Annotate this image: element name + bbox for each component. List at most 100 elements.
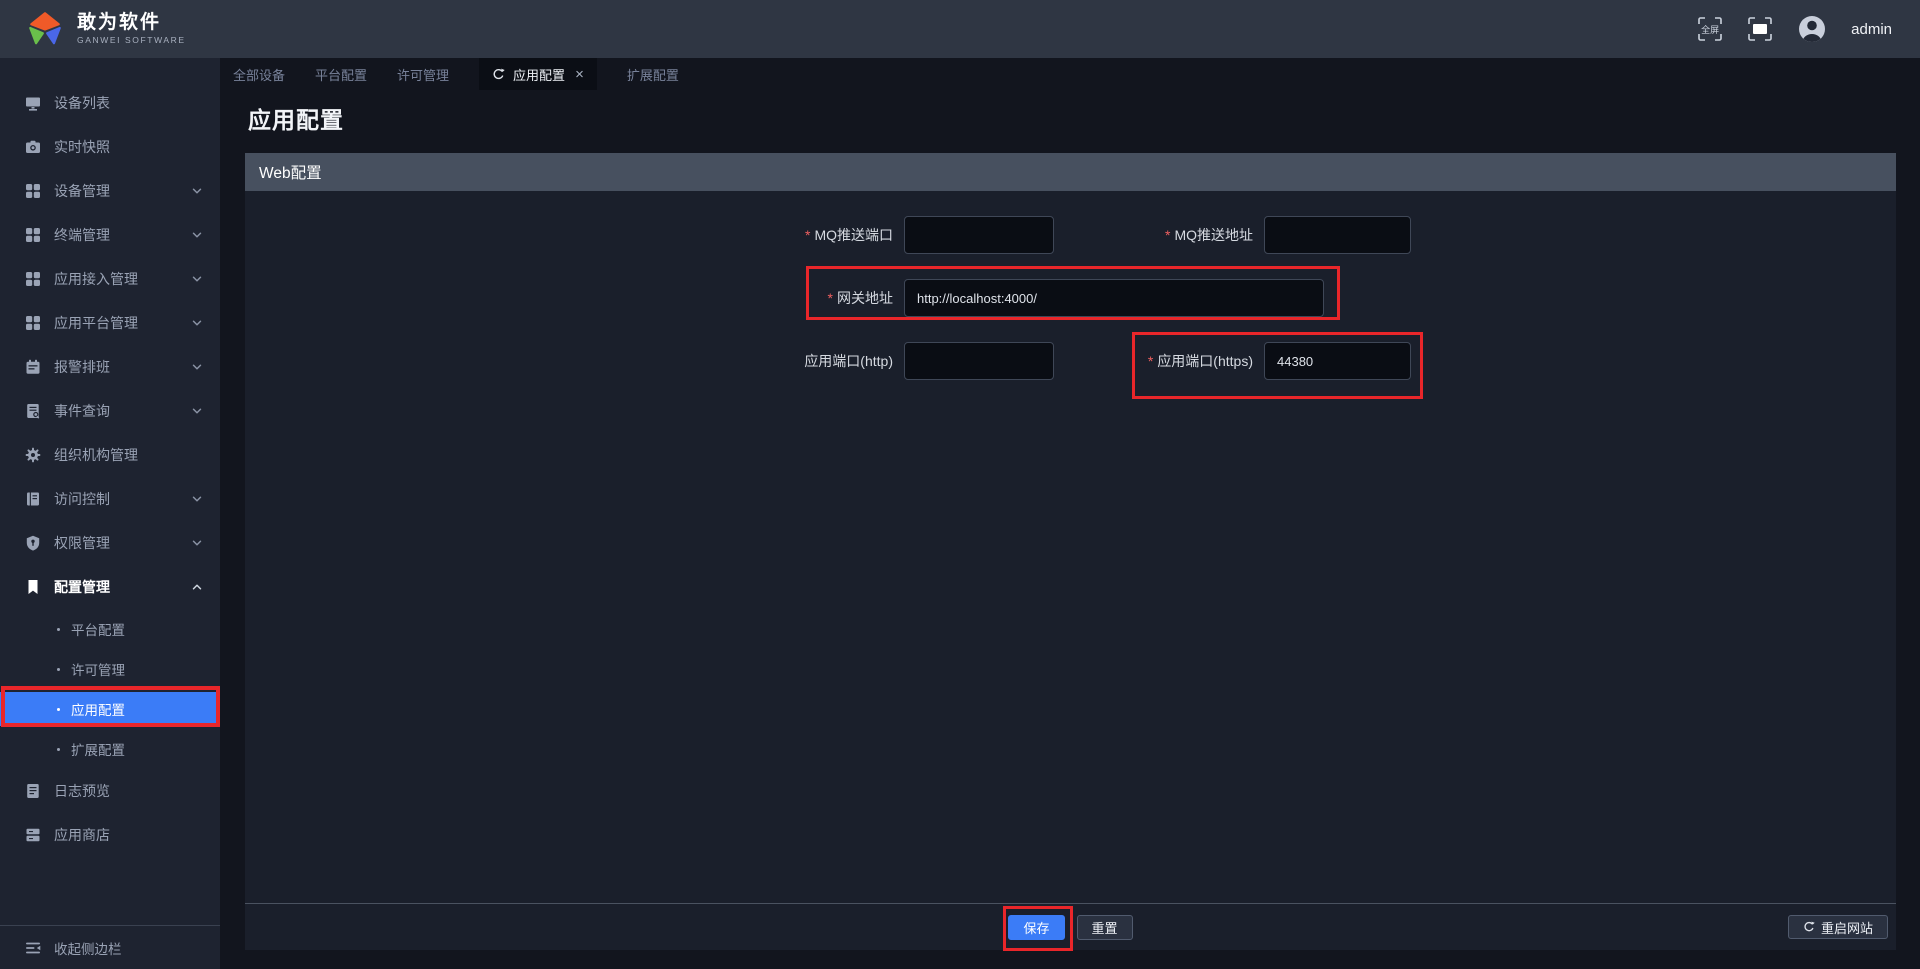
chevron-down-icon <box>190 184 204 198</box>
field-label-text: 应用端口(http) <box>804 353 893 369</box>
tab-all-devices[interactable]: 全部设备 <box>233 65 285 84</box>
field-label-text: 网关地址 <box>837 290 893 306</box>
sidebar-subitem-label: 许可管理 <box>71 663 125 678</box>
mq-push-address-input[interactable] <box>1264 216 1411 254</box>
bullet-icon <box>57 747 60 751</box>
chevron-down-icon <box>190 228 204 242</box>
brand-logo-icon <box>29 12 61 45</box>
sidebar-item-label: 报警排班 <box>54 359 110 375</box>
tab-license-mgmt[interactable]: 许可管理 <box>397 65 449 84</box>
sidebar-item-label: 权限管理 <box>54 535 110 551</box>
sidebar-item-live-snapshot[interactable]: 实时快照 <box>0 125 220 169</box>
sidebar-item-label: 事件查询 <box>54 403 110 419</box>
grid-icon <box>25 183 41 199</box>
chevron-down-icon <box>190 404 204 418</box>
username-label[interactable]: admin <box>1851 21 1892 38</box>
store-icon <box>25 827 41 843</box>
sidebar-item-access-control[interactable]: 访问控制 <box>0 477 220 521</box>
gateway-address-input[interactable] <box>904 279 1324 317</box>
sidebar-item-alarm-schedule[interactable]: 报警排班 <box>0 345 220 389</box>
book-icon <box>25 491 41 507</box>
field-label: 应用端口(http) <box>613 342 893 380</box>
sidebar-item-label: 应用商店 <box>54 827 110 843</box>
sidebar-item-label: 终端管理 <box>54 227 110 243</box>
close-icon[interactable]: × <box>575 67 584 82</box>
sidebar-collapse-button[interactable]: 收起侧边栏 <box>0 925 220 969</box>
app-header: 敢为软件 GANWEI SOFTWARE 全屏 admin <box>0 0 1920 58</box>
sidebar-subitem-label: 平台配置 <box>71 623 125 638</box>
grid-icon <box>25 227 41 243</box>
section-header: Web配置 <box>245 153 1896 191</box>
required-asterisk-icon: * <box>1164 227 1171 243</box>
tab-label: 应用配置 <box>513 67 566 83</box>
grid-icon <box>25 271 41 287</box>
sidebar-subitem-label: 应用配置 <box>71 703 125 718</box>
app-port-https-input[interactable] <box>1264 342 1411 380</box>
required-asterisk-icon: * <box>804 227 811 243</box>
log-icon <box>25 783 41 799</box>
chevron-down-icon <box>190 272 204 286</box>
save-button[interactable]: 保存 <box>1008 914 1065 940</box>
field-label-text: MQ推送端口 <box>814 227 893 243</box>
capture-icon[interactable] <box>1747 16 1773 42</box>
sidebar-subitem-app-config[interactable]: 应用配置 <box>0 692 220 726</box>
sidebar-subitem-license-mgmt[interactable]: 许可管理 <box>0 649 220 689</box>
sidebar-item-log-preview[interactable]: 日志预览 <box>0 769 220 813</box>
page-title: 应用配置 <box>248 107 344 133</box>
collapse-sidebar-icon <box>25 940 41 956</box>
bullet-icon <box>57 707 60 711</box>
field-label: * MQ推送端口 <box>613 216 893 254</box>
event-icon <box>25 403 41 419</box>
sidebar-item-device-list[interactable]: 设备列表 <box>0 81 220 125</box>
tab-bar: 全部设备 平台配置 许可管理 应用配置 × 扩展配置 <box>220 58 1920 90</box>
monitor-icon <box>25 95 41 111</box>
brand: 敢为软件 GANWEI SOFTWARE <box>0 12 186 46</box>
required-asterisk-icon: * <box>827 290 833 306</box>
field-label-text: MQ推送地址 <box>1174 227 1253 243</box>
sidebar-item-label: 访问控制 <box>54 491 110 507</box>
chevron-down-icon <box>190 536 204 550</box>
chevron-up-icon <box>190 580 204 594</box>
field-mq-push-address: * MQ推送地址 <box>973 216 1411 254</box>
tab-platform-config[interactable]: 平台配置 <box>315 65 367 84</box>
camera-icon <box>25 139 41 155</box>
collapse-sidebar-label: 收起侧边栏 <box>54 941 122 957</box>
sidebar-item-device-mgmt[interactable]: 设备管理 <box>0 169 220 213</box>
required-asterisk-icon: * <box>1147 353 1154 369</box>
sidebar-item-app-access-mgmt[interactable]: 应用接入管理 <box>0 257 220 301</box>
sidebar-item-permission-mgmt[interactable]: 权限管理 <box>0 521 220 565</box>
restart-site-label: 重启网站 <box>1820 920 1873 936</box>
chevron-down-icon <box>190 360 204 374</box>
sidebar-item-org-mgmt[interactable]: 组织机构管理 <box>0 433 220 477</box>
sidebar-item-app-store[interactable]: 应用商店 <box>0 813 220 857</box>
restart-site-button[interactable]: 重启网站 <box>1787 915 1888 939</box>
reset-button[interactable]: 重置 <box>1076 914 1133 940</box>
calendar-icon <box>25 359 41 375</box>
content-panel: Web配置 保存 重置 重启网站 <box>245 153 1896 950</box>
sidebar-subitem-platform-config[interactable]: 平台配置 <box>0 609 220 649</box>
sidebar-item-event-query[interactable]: 事件查询 <box>0 389 220 433</box>
shield-icon <box>25 535 41 551</box>
tab-app-config[interactable]: 应用配置 × <box>479 58 597 90</box>
tab-extension-config[interactable]: 扩展配置 <box>627 65 679 84</box>
field-label: * 网关地址 <box>613 279 893 317</box>
sidebar-subitem-extension-config[interactable]: 扩展配置 <box>0 729 220 769</box>
sidebar-item-terminal-mgmt[interactable]: 终端管理 <box>0 213 220 257</box>
bullet-icon <box>57 667 60 671</box>
grid-icon <box>25 315 41 331</box>
sidebar-item-label: 配置管理 <box>54 579 110 595</box>
sidebar-item-label: 应用平台管理 <box>54 315 138 331</box>
sidebar-item-config-mgmt[interactable]: 配置管理 <box>0 565 220 609</box>
fullscreen-icon[interactable]: 全屏 <box>1697 16 1723 42</box>
sidebar-item-label: 设备管理 <box>54 183 110 199</box>
sidebar-item-app-platform-mgmt[interactable]: 应用平台管理 <box>0 301 220 345</box>
field-app-port-https: * 应用端口(https) <box>973 342 1411 380</box>
bullet-icon <box>57 627 60 631</box>
refresh-icon <box>1803 921 1815 933</box>
sidebar-item-label: 组织机构管理 <box>54 447 138 463</box>
field-gateway-address: * 网关地址 <box>613 279 1324 317</box>
fullscreen-label: 全屏 <box>1701 24 1720 35</box>
sidebar-subitem-label: 扩展配置 <box>71 743 125 758</box>
user-avatar[interactable] <box>1797 14 1827 44</box>
field-label: * MQ推送地址 <box>973 216 1253 254</box>
